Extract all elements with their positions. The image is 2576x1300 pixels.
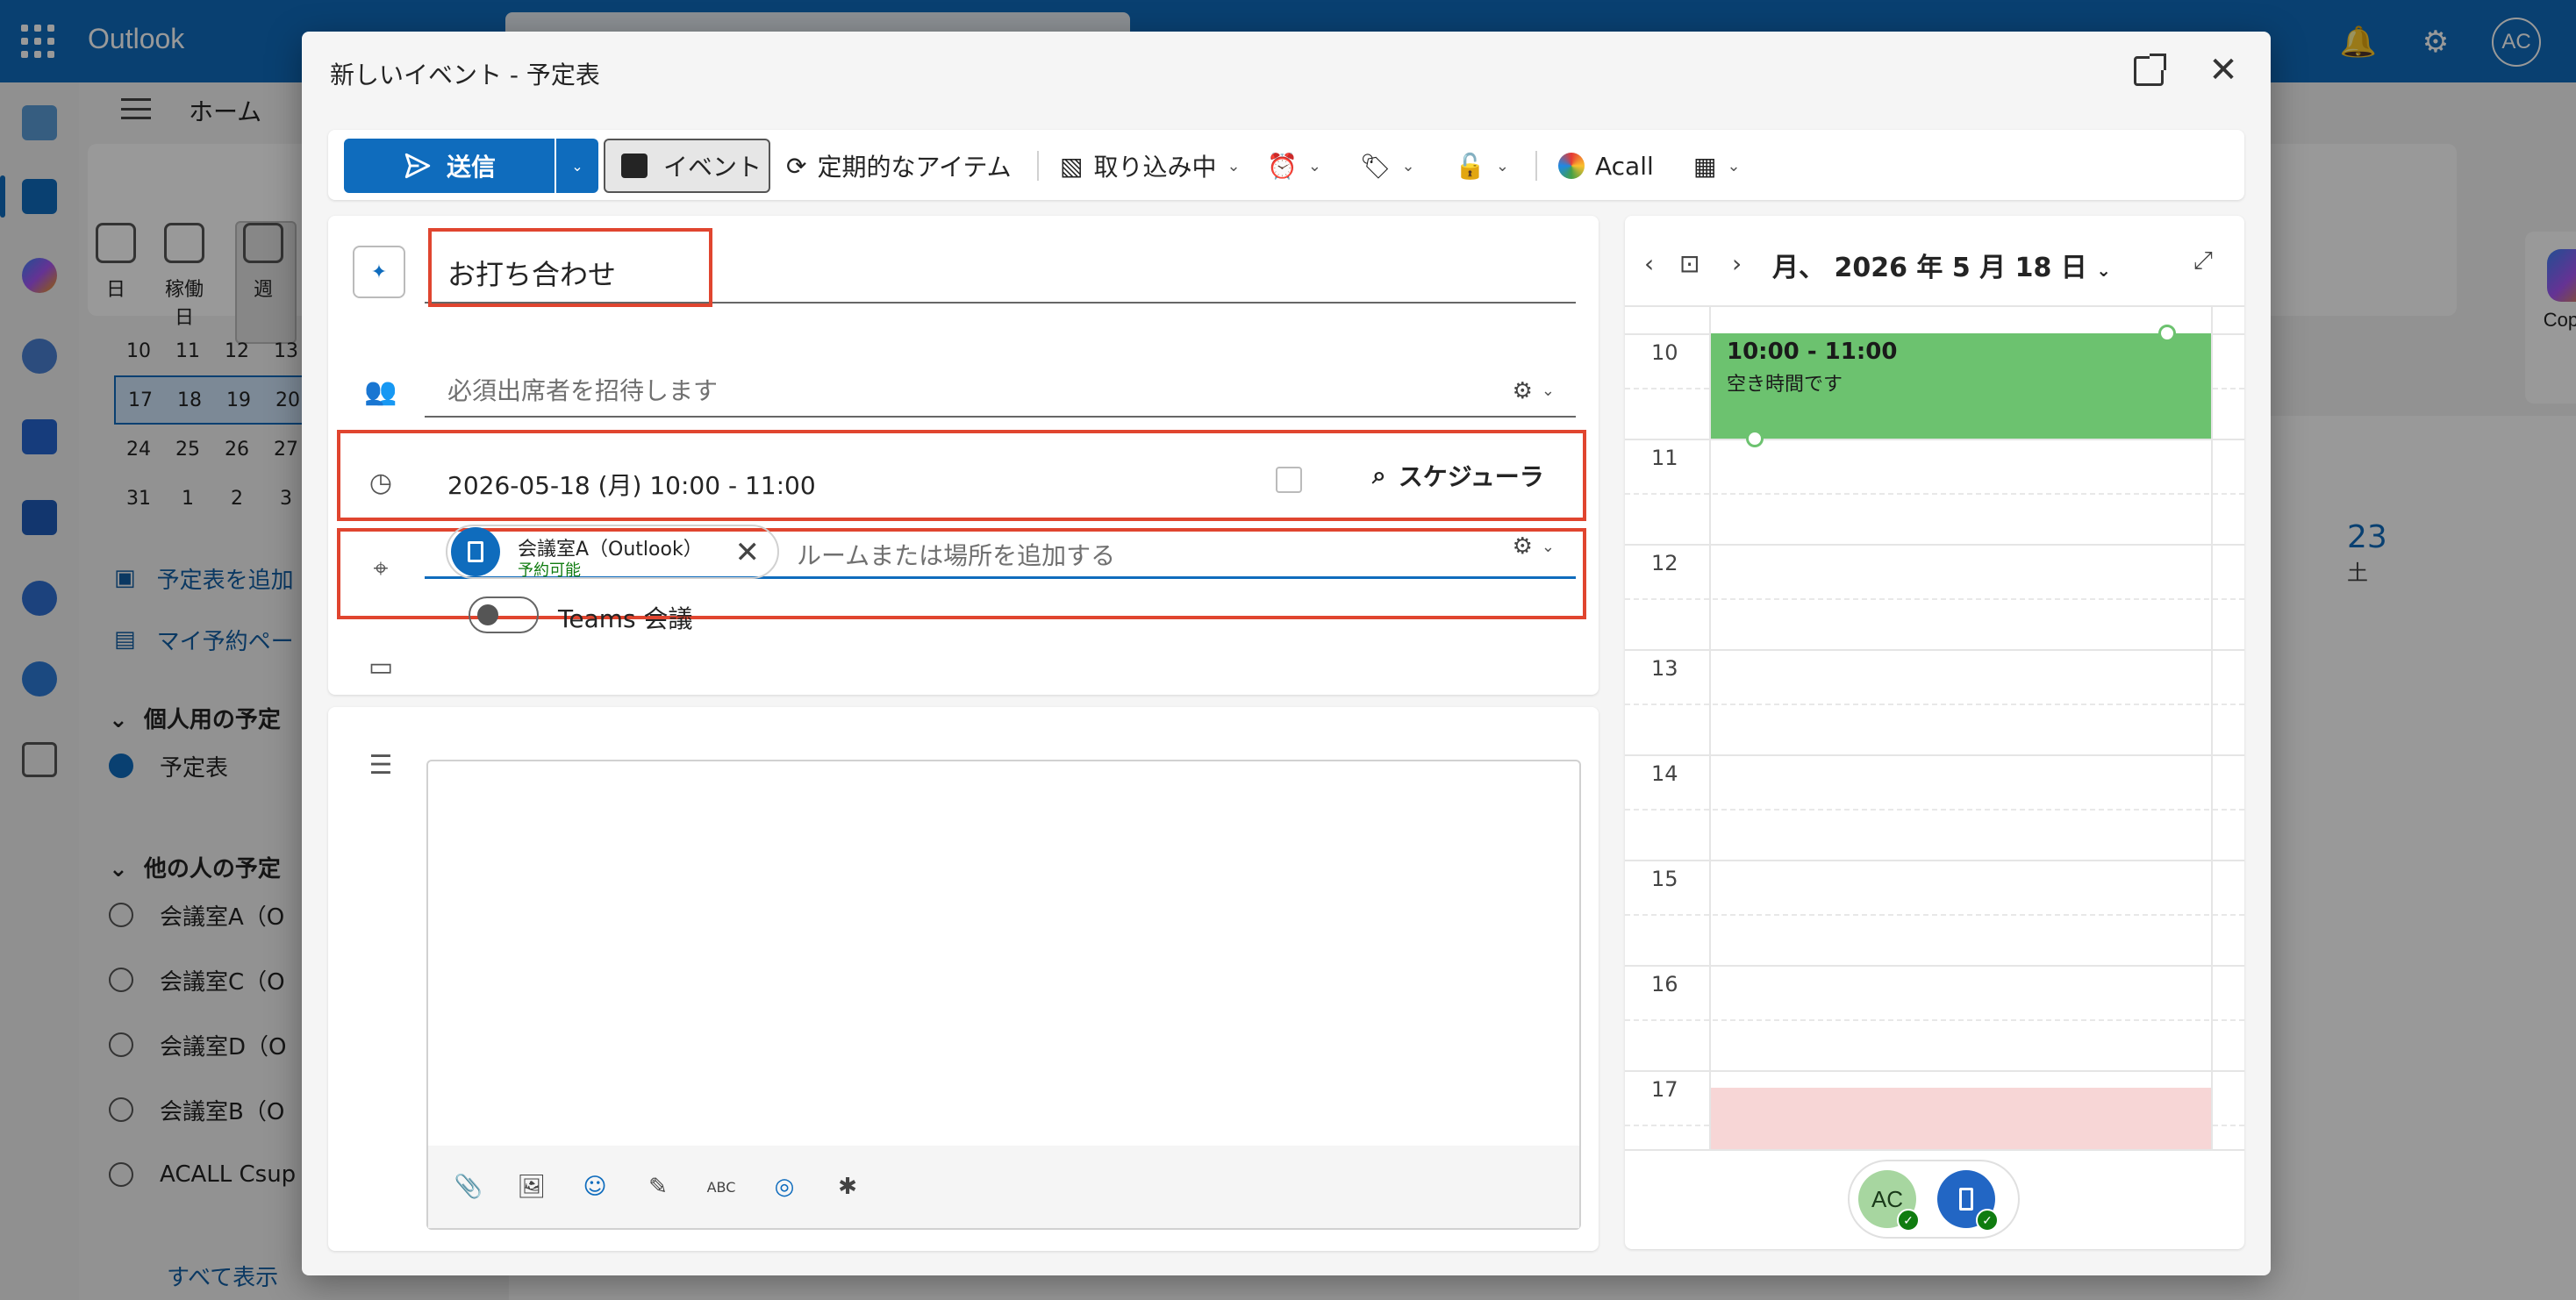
repeat-icon: ⟳ — [786, 151, 807, 181]
avatar[interactable]: AC ✓ — [1858, 1170, 1920, 1232]
accessibility-icon[interactable]: ✱ — [832, 1171, 863, 1203]
day-view-panel: ‹ ⊡ › 月、 2026 年 5 月 18 日 ⌄ ⤢ 10 11 12 13… — [1625, 216, 2244, 1249]
highlight-title — [428, 228, 712, 307]
scheduler-button[interactable]: ⌕ スケジューラ — [1372, 458, 1544, 493]
chevron-down-icon: ⌄ — [1495, 156, 1509, 175]
attendees-field[interactable]: 必須出席者を招待します ⚙ ⌄ — [425, 365, 1576, 418]
datetime-field[interactable]: 2026-05-18 (月) 10:00 - 11:00 — [447, 467, 816, 502]
hour-row[interactable]: 12 — [1625, 544, 2244, 649]
remove-room-icon[interactable]: ✕ — [735, 535, 761, 570]
notes-icon: ☰ — [369, 749, 393, 781]
people-settings-icon: ⚙ — [1512, 378, 1533, 404]
category-icon[interactable]: ✦ — [353, 246, 405, 298]
event-type-button[interactable]: イベント — [604, 139, 770, 193]
location-settings-icon: ⚙ — [1512, 533, 1533, 560]
divider — [2211, 307, 2213, 1149]
attendee-availability: AC ✓ ✓ — [1625, 1149, 2244, 1249]
close-icon[interactable]: ✕ — [2202, 49, 2244, 91]
new-event-block[interactable]: 10:00 - 11:00 空き時間です — [1711, 325, 2211, 447]
event-time: 10:00 - 11:00 — [1727, 339, 1898, 365]
resize-handle-top[interactable] — [2158, 325, 2176, 342]
room-icon — [1959, 1188, 1973, 1211]
hour-row[interactable]: 14 — [1625, 754, 2244, 860]
day-grid: 10 11 12 13 14 15 16 17 10:00 - 11:00 空き… — [1625, 307, 2244, 1149]
recurring-button[interactable]: ⟳ 定期的なアイテム — [786, 139, 1012, 193]
categorize-dropdown[interactable]: 🏷 ⌄ — [1360, 139, 1415, 193]
editor-toolbar: 📎 🖼 ☺ ✎ ABC ◎ ✱ — [428, 1146, 1579, 1228]
room-avatar[interactable]: ✓ — [1937, 1170, 1999, 1232]
prev-day-icon[interactable]: ‹ — [1644, 249, 1654, 278]
event-details-card: ✦ お打ち合わせ 👥 必須出席者を招待します ⚙ ⌄ ◷ 2026-05-18 (… — [328, 216, 1599, 695]
lock-icon: 🔓 — [1455, 151, 1485, 181]
chevron-down-icon: ⌄ — [1401, 156, 1415, 175]
status-icon: ▧ — [1060, 151, 1084, 181]
suggested-times-icon[interactable] — [1276, 467, 1302, 493]
next-day-icon[interactable]: › — [1732, 249, 1742, 278]
description-editor[interactable]: 📎 🖼 ☺ ✎ ABC ◎ ✱ — [426, 760, 1581, 1230]
resize-handle-bottom[interactable] — [1746, 430, 1764, 447]
room-status: 予約可能 — [518, 561, 581, 580]
send-options-button[interactable]: ⌄ — [556, 139, 598, 193]
calendar-icon — [621, 154, 648, 178]
hour-row[interactable]: 16 — [1625, 965, 2244, 1070]
event-availability: 空き時間です — [1727, 374, 1843, 396]
emoji-icon[interactable]: ☺ — [579, 1171, 611, 1203]
room-icon — [451, 527, 500, 576]
scheduler-icon: ⌕ — [1372, 461, 1386, 489]
attendee-options-button[interactable]: ⚙ ⌄ — [1513, 365, 1555, 418]
chevron-down-icon: ⌄ — [1541, 537, 1555, 556]
video-icon: ▭ — [368, 651, 394, 682]
reminder-dropdown[interactable]: ⏰ ⌄ — [1267, 139, 1321, 193]
event-toolbar: 送信 ⌄ イベント ⟳ 定期的なアイテム ▧ 取り込み中 ⌄ ⏰ ⌄ 🏷 ⌄ 🔓 ⌄ Aca… — [328, 130, 2244, 200]
new-event-dialog: 新しいイベント - 予定表 ✕ 送信 ⌄ イベント ⟳ 定期的なアイテム ▧ 取り込… — [302, 32, 2271, 1275]
image-icon[interactable]: 🖼 — [516, 1171, 547, 1203]
location-icon: ⌖ — [373, 553, 389, 584]
apps-dropdown[interactable]: ▦ ⌄ — [1693, 139, 1741, 193]
hour-row[interactable]: 15 — [1625, 860, 2244, 965]
busy-block — [1711, 1088, 2211, 1149]
day-view-date[interactable]: 月、 2026 年 5 月 18 日 ⌄ — [1772, 246, 2111, 284]
day-view-header: ‹ ⊡ › 月、 2026 年 5 月 18 日 ⌄ ⤢ — [1625, 216, 2244, 307]
busy-status-dropdown[interactable]: ▧ 取り込み中 ⌄ — [1060, 139, 1241, 193]
expand-icon[interactable]: ⤢ — [2193, 246, 2213, 275]
hour-row[interactable]: 13 — [1625, 649, 2244, 754]
format-icon[interactable]: ✎ — [642, 1171, 674, 1203]
privacy-dropdown[interactable]: 🔓 ⌄ — [1455, 139, 1509, 193]
chevron-down-icon: ⌄ — [1227, 156, 1241, 175]
location-field[interactable]: 会議室A（Outlook） 予約可能 ✕ ルームまたは場所を追加する ⚙ ⌄ — [425, 521, 1576, 580]
room-chip[interactable]: 会議室A（Outlook） 予約可能 ✕ — [446, 525, 779, 580]
attendee-pill: AC ✓ ✓ — [1848, 1160, 2020, 1239]
send-icon — [404, 153, 431, 179]
room-finder-button[interactable]: ⚙ ⌄ — [1513, 533, 1555, 560]
apps-icon: ▦ — [1693, 151, 1717, 181]
divider — [1037, 151, 1039, 181]
send-button[interactable]: 送信 — [344, 139, 555, 193]
chevron-down-icon: ⌄ — [1541, 382, 1555, 400]
chevron-down-icon: ⌄ — [1307, 156, 1321, 175]
teams-label: Teams 会議 — [558, 604, 693, 633]
dialog-title: 新しいイベント - 予定表 — [330, 61, 600, 89]
attach-icon[interactable]: 📎 — [453, 1171, 484, 1203]
tag-icon: 🏷 — [1360, 151, 1392, 181]
teams-toggle[interactable] — [469, 596, 539, 633]
check-icon: ✓ — [1976, 1209, 1999, 1232]
chevron-down-icon: ⌄ — [1727, 156, 1741, 175]
chevron-down-icon: ⌄ — [2096, 260, 2112, 281]
chevron-down-icon: ⌄ — [571, 157, 583, 175]
clock-icon: ◷ — [369, 467, 393, 498]
acall-icon — [1558, 153, 1585, 179]
spellcheck-icon[interactable]: ABC — [705, 1171, 737, 1203]
loop-icon[interactable]: ◎ — [769, 1171, 800, 1203]
location-placeholder: ルームまたは場所を追加する — [797, 541, 1116, 570]
people-icon: 👥 — [364, 375, 397, 407]
today-icon[interactable]: ⊡ — [1679, 249, 1699, 278]
alarm-icon: ⏰ — [1267, 151, 1298, 181]
acall-button[interactable]: Acall — [1558, 139, 1654, 193]
hour-row[interactable]: 11 — [1625, 439, 2244, 544]
check-icon: ✓ — [1897, 1209, 1920, 1232]
divider — [1535, 151, 1537, 181]
description-card: ☰ 📎 🖼 ☺ ✎ ABC ◎ ✱ — [328, 707, 1599, 1251]
popout-icon[interactable] — [2134, 54, 2166, 86]
